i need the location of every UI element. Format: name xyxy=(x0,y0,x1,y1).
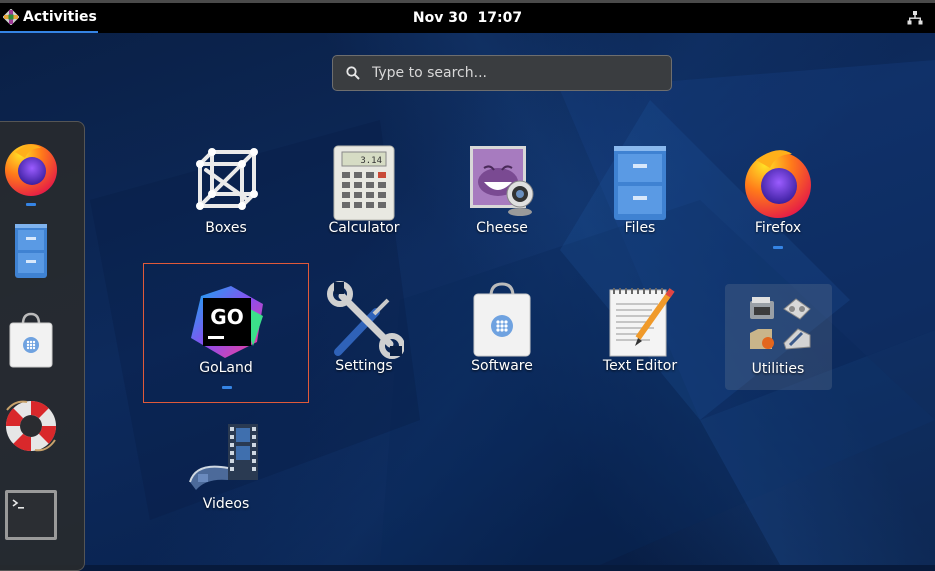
clock: Nov 30 17:07 xyxy=(0,3,935,33)
running-indicator xyxy=(222,386,232,389)
dock-item-firefox[interactable] xyxy=(1,138,61,198)
app-label: Videos xyxy=(202,496,250,512)
firefox-icon xyxy=(5,144,57,196)
search-input[interactable] xyxy=(370,64,664,82)
dock-item-help[interactable] xyxy=(1,396,61,456)
dock-running-indicator xyxy=(26,203,36,206)
distro-logo-icon xyxy=(3,9,19,25)
software-icon xyxy=(9,312,53,368)
goland-icon: GO xyxy=(191,286,263,358)
top-bar: Activities Nov 30 17:07 xyxy=(0,0,935,33)
software-icon xyxy=(473,282,531,357)
clock-date: Nov 30 xyxy=(412,10,468,26)
dock-item-software[interactable] xyxy=(1,310,61,370)
clock-time: 17:07 xyxy=(477,10,523,26)
files-icon xyxy=(614,146,666,220)
cheese-icon xyxy=(470,146,534,216)
goland-badge-text: GO xyxy=(210,305,243,329)
app-firefox[interactable]: Firefox xyxy=(695,124,861,264)
activities-label: Activities xyxy=(23,9,97,25)
calculator-icon: 3.14 xyxy=(333,145,395,221)
firefox-icon xyxy=(745,150,811,218)
dash-dock xyxy=(0,121,85,571)
help-lifebuoy-icon xyxy=(5,400,57,452)
videos-icon xyxy=(189,424,258,490)
dock-item-terminal[interactable] xyxy=(1,484,61,544)
search-icon xyxy=(346,66,360,80)
app-label: Firefox xyxy=(754,220,802,236)
text-editor-icon xyxy=(609,288,675,357)
calculator-display-text: 3.14 xyxy=(360,156,382,166)
app-label: Utilities xyxy=(751,361,805,377)
network-wired-icon[interactable] xyxy=(907,10,923,26)
search-box[interactable] xyxy=(332,55,672,91)
running-indicator xyxy=(773,246,783,249)
boxes-icon xyxy=(196,148,258,210)
files-icon xyxy=(15,224,47,278)
app-videos[interactable]: Videos xyxy=(143,400,309,540)
utilities-folder-icon xyxy=(750,297,811,350)
terminal-icon xyxy=(5,490,57,540)
activities-button[interactable]: Activities xyxy=(0,3,98,33)
settings-icon xyxy=(327,281,404,359)
dock-item-files[interactable] xyxy=(1,220,61,280)
clock-button[interactable]: Nov 30 17:07 xyxy=(413,10,522,26)
app-utilities-folder[interactable]: Utilities xyxy=(695,265,861,405)
